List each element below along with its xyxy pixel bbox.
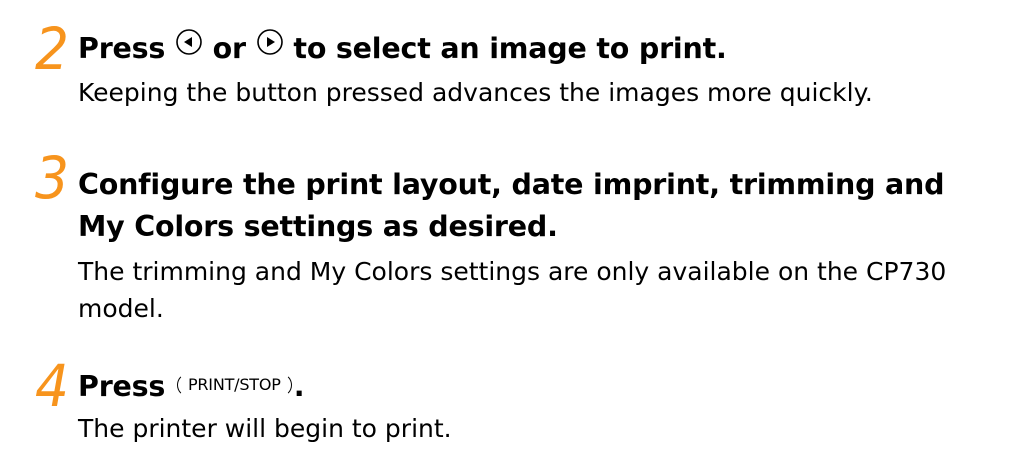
print-stop-button-label: PRINT/STOP [176,373,292,397]
step-number: 3 [35,144,69,212]
step-number: 2 [35,15,69,83]
step-description-line-2: model. [78,294,164,323]
step-4: 4 Press PRINT/STOP. The printer will beg… [0,352,1014,456]
step-description: Keeping the button pressed advances the … [78,78,873,107]
title-text: or [212,32,246,65]
step-3: 3 Configure the print layout, date impri… [0,144,1014,330]
step-2: 2 Press or to select an image to print. … [0,14,1014,134]
title-text: to select an image to print. [293,32,727,65]
step-title: Press or to select an image to print. [78,27,727,72]
right-arrow-button-icon [256,25,284,69]
step-title: Press PRINT/STOP. [78,365,305,409]
left-arrow-button-icon [175,25,203,69]
step-number: 4 [35,352,69,420]
step-title-line-1: Configure the print layout, date imprint… [78,168,945,201]
title-text: . [293,370,305,403]
step-title-line-2: My Colors settings as desired. [78,210,558,243]
step-description-line-1: The trimming and My Colors settings are … [78,257,947,286]
title-text: Press [78,370,166,403]
title-text: Press [78,32,166,65]
step-description: The printer will begin to print. [78,414,452,443]
